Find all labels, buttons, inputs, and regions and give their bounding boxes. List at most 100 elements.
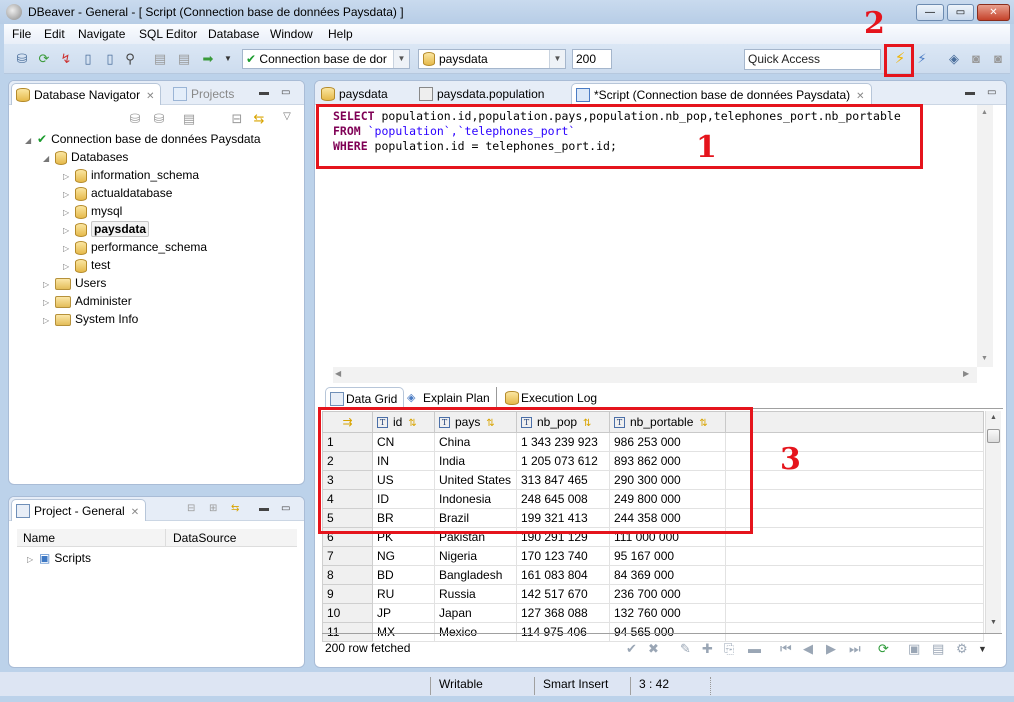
apply-changes-icon[interactable]: ✔ — [626, 641, 637, 657]
new-connection-icon[interactable]: ⛁ — [151, 111, 167, 127]
table-row[interactable]: 7 NG Nigeria 170 123 740 95 167 000 — [322, 546, 984, 566]
table-row[interactable]: 10 JP Japan 127 368 088 132 760 000 — [322, 603, 984, 623]
maximize-panel-icon[interactable]: ▭ — [281, 503, 293, 514]
link-with-editor-icon[interactable]: ⇆ — [231, 503, 243, 514]
tree-item-connection[interactable]: ◢ ✔ Connection base de données Paysdata — [25, 130, 261, 148]
tree-item-database-selected[interactable]: ▷ paysdata — [63, 220, 150, 238]
database-selector[interactable]: paysdata ▼ — [418, 49, 566, 69]
tab-projects[interactable]: Projects — [169, 83, 240, 105]
previous-page-icon[interactable]: ◀ — [803, 641, 813, 657]
row-number-cell[interactable]: 10 — [322, 603, 373, 623]
view-menu-icon[interactable]: ▤ — [181, 111, 197, 127]
menu-file[interactable]: File — [12, 27, 31, 41]
save-script-icon[interactable]: ◙ — [990, 51, 1006, 67]
grid-cell[interactable]: NG — [372, 546, 435, 566]
refresh-connection-icon[interactable]: ⟳ — [36, 51, 52, 67]
delete-row-icon[interactable]: ▬ — [748, 641, 761, 656]
tree-item-scripts[interactable]: ▷ ▣ Scripts — [27, 549, 91, 567]
row-number-cell[interactable]: 8 — [322, 565, 373, 585]
close-button[interactable]: ✕ — [977, 4, 1010, 21]
first-page-icon[interactable]: ⏮ — [780, 641, 792, 657]
tree-item-database[interactable]: ▷ performance_schema — [63, 238, 207, 256]
grid-cell[interactable]: Nigeria — [434, 546, 517, 566]
disconnect-icon[interactable]: ↯ — [58, 51, 74, 67]
grid-cell[interactable]: Russia — [434, 584, 517, 604]
transaction-mode-icon[interactable]: ➡ — [200, 51, 216, 67]
chevron-down-icon[interactable]: ▼ — [393, 50, 409, 68]
grid-cell[interactable]: MX — [372, 622, 435, 642]
menu-database[interactable]: Database — [208, 27, 259, 41]
maximize-panel-icon[interactable]: ▭ — [281, 87, 293, 98]
tree-item-system-info[interactable]: ▷ System Info — [43, 310, 138, 328]
add-row-icon[interactable]: ✚ — [702, 641, 713, 657]
tree-item-users[interactable]: ▷ Users — [43, 274, 106, 292]
grid-cell[interactable]: 132 760 000 — [609, 603, 726, 623]
tree-item-databases[interactable]: ◢ Databases — [43, 148, 128, 166]
row-number-cell[interactable]: 9 — [322, 584, 373, 604]
cancel-changes-icon[interactable]: ✖ — [648, 641, 659, 657]
column-header-datasource[interactable]: DataSource — [173, 531, 236, 545]
grid-cell[interactable]: 94 565 000 — [609, 622, 726, 642]
menu-sql-editor[interactable]: SQL Editor — [139, 27, 197, 41]
sql-editor-icon[interactable]: ▯ — [80, 51, 96, 67]
tab-execution-log[interactable]: Execution Log — [501, 387, 603, 409]
grid-cell[interactable]: 95 167 000 — [609, 546, 726, 566]
transaction-dropdown-icon[interactable]: ▼ — [220, 51, 236, 67]
tab-explain-plan[interactable]: ◈ Explain Plan — [403, 387, 497, 409]
close-icon[interactable]: ✕ — [146, 91, 154, 102]
grid-cell[interactable]: 114 975 406 — [516, 622, 610, 642]
grid-cell[interactable]: RU — [372, 584, 435, 604]
menu-edit[interactable]: Edit — [44, 27, 65, 41]
rollback-icon[interactable]: ▤ — [176, 51, 192, 67]
tree-item-database[interactable]: ▷ test — [63, 256, 110, 274]
collapse-all-icon[interactable]: ⊟ — [187, 503, 199, 514]
maximize-panel-icon[interactable]: ▭ — [987, 87, 999, 98]
table-row[interactable]: 9 RU Russia 142 517 670 236 700 000 — [322, 584, 984, 604]
settings-gear-icon[interactable]: ⚙ — [956, 641, 968, 657]
execute-script-icon[interactable]: ⚡ — [914, 51, 930, 67]
export-icon[interactable]: ▤ — [932, 641, 944, 657]
close-icon[interactable]: ✕ — [131, 507, 139, 518]
connection-selector[interactable]: ✔ Connection base de dor ▼ — [242, 49, 410, 69]
scroll-thumb[interactable] — [987, 429, 1000, 443]
explain-plan-icon[interactable]: ◈ — [946, 51, 962, 67]
grid-cell[interactable]: JP — [372, 603, 435, 623]
grid-cell[interactable]: Bangladesh — [434, 565, 517, 585]
grid-cell[interactable]: Mexico — [434, 622, 517, 642]
tree-item-database[interactable]: ▷ actualdatabase — [63, 184, 172, 202]
toggle-panels-icon[interactable]: ▣ — [908, 641, 920, 657]
column-header-name[interactable]: Name — [23, 531, 55, 545]
grid-vertical-scrollbar[interactable]: ▲ ▼ — [985, 411, 1001, 633]
row-number-cell[interactable]: 11 — [322, 622, 373, 642]
grid-cell[interactable]: 236 700 000 — [609, 584, 726, 604]
tab-script[interactable]: *Script (Connection base de données Pays… — [571, 83, 872, 105]
editor-horizontal-scrollbar[interactable]: ◀ ▶ — [333, 367, 977, 383]
grid-cell[interactable]: 127 368 088 — [516, 603, 610, 623]
view-menu-chevron-icon[interactable]: ▽ — [279, 109, 295, 125]
table-row[interactable]: 8 BD Bangladesh 161 083 804 84 369 000 — [322, 565, 984, 585]
maximize-button[interactable]: ▭ — [947, 4, 974, 21]
minimize-button[interactable]: — — [916, 4, 944, 21]
last-page-icon[interactable]: ⏭ — [849, 641, 861, 657]
link-with-editor-icon[interactable]: ⇆ — [251, 111, 267, 127]
menu-window[interactable]: Window — [270, 27, 313, 41]
menu-help[interactable]: Help — [328, 27, 353, 41]
new-script-icon[interactable]: ▯ — [102, 51, 118, 67]
tab-paysdata[interactable]: paysdata — [317, 83, 394, 105]
new-connection-icon[interactable]: ⛁ — [14, 51, 30, 67]
tab-database-navigator[interactable]: Database Navigator ✕ — [11, 83, 162, 105]
menu-navigate[interactable]: Navigate — [78, 27, 125, 41]
next-page-icon[interactable]: ▶ — [826, 641, 836, 657]
copy-row-icon[interactable]: ⎘ — [724, 641, 734, 657]
minimize-panel-icon[interactable]: ▬ — [965, 87, 977, 98]
tree-item-database[interactable]: ▷ mysql — [63, 202, 122, 220]
row-number-cell[interactable]: 7 — [322, 546, 373, 566]
grid-cell[interactable]: Japan — [434, 603, 517, 623]
chevron-down-icon[interactable]: ▼ — [549, 50, 565, 68]
quick-access-input[interactable]: Quick Access — [744, 49, 881, 70]
commit-icon[interactable]: ▤ — [152, 51, 168, 67]
tab-project-general[interactable]: Project - General ✕ — [11, 499, 147, 521]
grid-cell[interactable]: BD — [372, 565, 435, 585]
grid-cell[interactable]: 170 123 740 — [516, 546, 610, 566]
minimize-panel-icon[interactable]: ▬ — [259, 503, 271, 514]
